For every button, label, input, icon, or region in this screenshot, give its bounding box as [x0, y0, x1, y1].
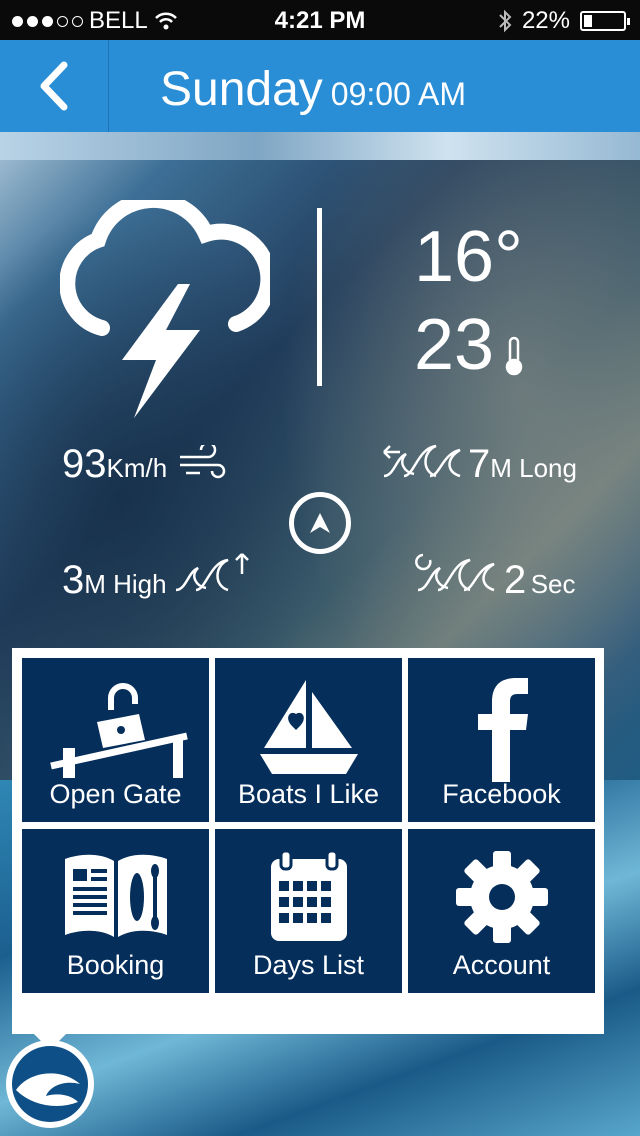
menu-tile-label: Boats I Like: [237, 779, 380, 809]
menu-tile-facebook[interactable]: Facebook: [408, 658, 595, 822]
title-day: Sunday: [160, 63, 323, 116]
chevron-left-icon: [40, 61, 68, 111]
status-right: 22%: [498, 7, 630, 35]
app-logo-button[interactable]: [6, 1040, 94, 1128]
wave-length-icon: [383, 444, 461, 478]
facebook-icon: [477, 678, 528, 782]
book-icon: [64, 854, 167, 937]
menu-tile-label: Days List: [252, 950, 365, 980]
page-title: Sunday 09:00 AM: [160, 62, 466, 117]
swell-length-unit: M Long: [490, 453, 577, 483]
wind-readout: 93Km/h: [62, 442, 167, 487]
navigation-arrow-icon: [310, 513, 330, 533]
wave-period-value: 2: [504, 558, 527, 602]
compass-button[interactable]: [289, 492, 351, 554]
menu-tile-account[interactable]: Account: [408, 829, 595, 993]
wave-period-icon: [415, 553, 495, 592]
wind-value: 93: [62, 442, 107, 486]
swell-length-readout: 7M Long: [468, 442, 577, 487]
battery-icon: [580, 11, 630, 31]
status-bar: BELL 4:21 PM 22%: [0, 0, 640, 40]
wave-period-unit: Sec: [530, 569, 576, 599]
wave-height-readout: 3M High: [62, 558, 167, 603]
nav-bar: Sunday 09:00 AM: [0, 40, 640, 132]
title-time: 09:00 AM: [330, 76, 466, 112]
menu-tile-label: Open Gate: [49, 779, 182, 809]
gear-icon: [455, 851, 548, 943]
wave-period-readout: 2 Sec: [504, 558, 576, 603]
wind-unit: Km/h: [106, 453, 168, 483]
bluetooth-icon: [499, 9, 512, 33]
wave-height-icon: [175, 553, 249, 592]
wave-logo-icon: [12, 1046, 88, 1122]
weather-divider: [317, 208, 322, 386]
menu-tile-label: Account: [452, 950, 551, 980]
menu-tile-label: Facebook: [442, 779, 561, 809]
menu-tile-days-list[interactable]: Days List: [215, 829, 402, 993]
wave-height-value: 3: [62, 558, 85, 602]
back-button[interactable]: [0, 40, 109, 132]
thunderstorm-icon: [60, 200, 270, 418]
wind-icon: [180, 445, 226, 479]
quick-menu: Open Gate Boats I Like Facebook Booking: [12, 648, 604, 1034]
calendar-icon: [270, 849, 347, 941]
menu-tile-booking[interactable]: Booking: [22, 829, 209, 993]
swell-length-value: 7: [468, 442, 491, 486]
battery-percent: 22%: [521, 7, 570, 34]
gate-unlock-icon: [49, 683, 188, 778]
menu-tile-boats-i-like[interactable]: Boats I Like: [215, 658, 402, 822]
sailboat-heart-icon: [259, 680, 358, 774]
thermometer-icon: [505, 336, 523, 376]
menu-tile-open-gate[interactable]: Open Gate: [22, 658, 209, 822]
temperature-primary: 16°: [414, 217, 523, 297]
temperature-secondary-value: 23: [414, 305, 495, 385]
background-strip: [0, 132, 640, 160]
temperature-secondary: 23: [414, 304, 494, 386]
wave-height-unit: M High: [84, 569, 167, 599]
menu-tile-label: Booking: [66, 950, 165, 980]
